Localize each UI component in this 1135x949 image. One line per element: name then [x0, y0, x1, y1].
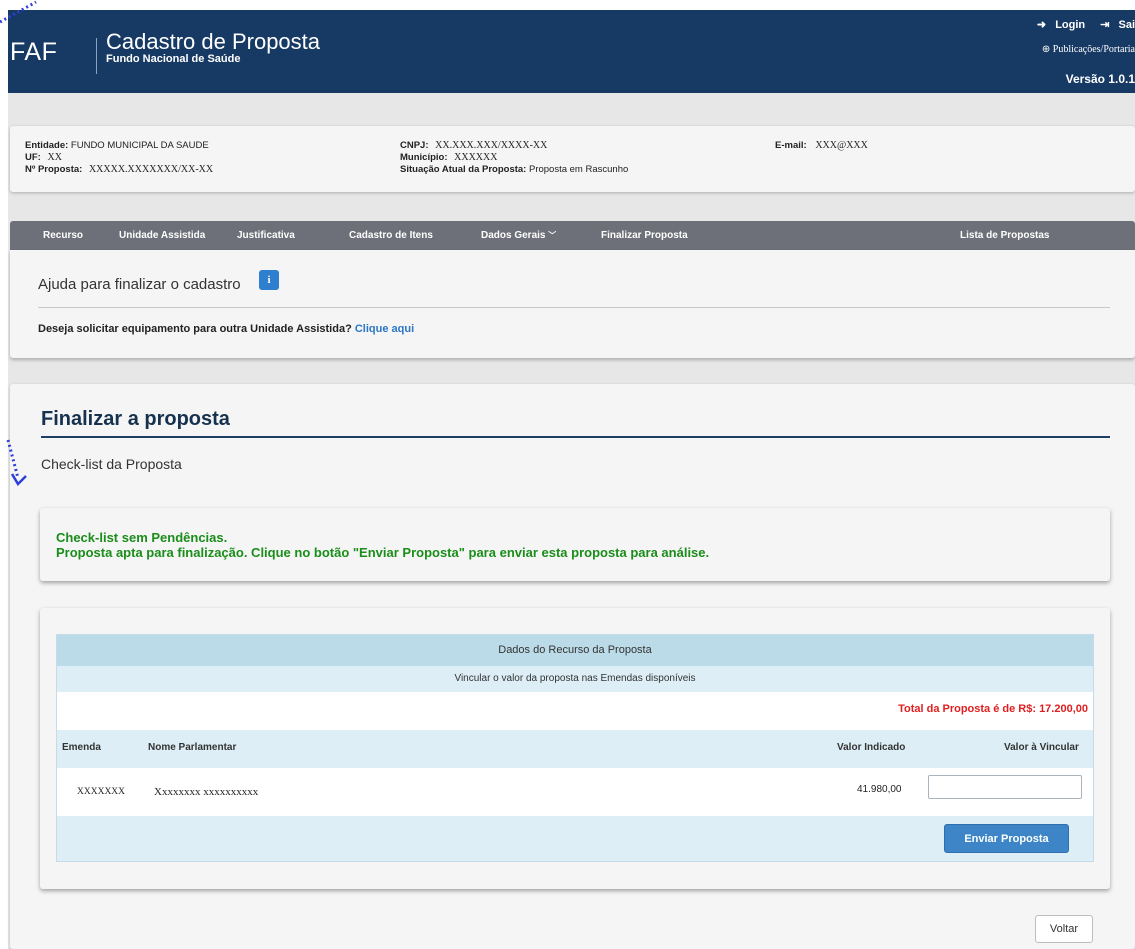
- logout-icon: ⇥: [1100, 19, 1110, 31]
- col-valor-vincular: Valor à Vincular: [1004, 742, 1079, 753]
- email-value: XXX@XXX: [815, 140, 868, 151]
- header-links: ➜ Login ⇥ Sai: [1025, 18, 1135, 31]
- logout-link[interactable]: ⇥ Sai: [1094, 19, 1135, 31]
- app-title: Cadastro de Proposta: [106, 29, 321, 54]
- nav-recurso[interactable]: Recurso: [43, 230, 83, 241]
- cnpj-value: XX.XXX.XXX/XXXX-XX: [435, 140, 548, 151]
- checklist-subtitle: Check-list da Proposta: [41, 456, 182, 472]
- nav-cadastro-itens[interactable]: Cadastro de Itens: [349, 230, 433, 241]
- uf-value: XX: [47, 152, 62, 163]
- municipio-value: XXXXXX: [454, 152, 498, 163]
- login-link[interactable]: ➜ Login: [1031, 19, 1085, 31]
- resource-table-subtitle: Vincular o valor da proposta nas Emendas…: [57, 666, 1093, 692]
- checklist-status-line1: Check-list sem Pendências.: [56, 530, 228, 545]
- title-underline: [41, 436, 1110, 438]
- table-row: XXXXXXX Xxxxxxxx xxxxxxxxxx 41.980,00: [57, 768, 1093, 816]
- valor-vincular-input[interactable]: [928, 775, 1082, 799]
- login-icon: ➜: [1036, 19, 1047, 31]
- help-title: Ajuda para finalizar o cadastro: [38, 276, 241, 293]
- resource-table-title: Dados do Recurso da Proposta: [57, 635, 1093, 666]
- col-valor-indicado: Valor Indicado: [837, 742, 906, 753]
- proposal-info-card: Entidade: FUNDO MUNICIPAL DA SAUDE UF: X…: [10, 126, 1135, 192]
- resource-card: Dados do Recurso da Proposta Vincular o …: [40, 608, 1110, 889]
- app-subtitle: Fundo Nacional de Saúde: [106, 53, 241, 65]
- logo-divider: [96, 38, 97, 74]
- info-icon[interactable]: i: [259, 270, 279, 290]
- proposal-nav-bar: Recurso Unidade Assistida Justificativa …: [10, 221, 1135, 250]
- col-emenda: Emenda: [62, 742, 101, 753]
- globe-icon: ⊕: [1041, 44, 1051, 55]
- voltar-button[interactable]: Voltar: [1035, 915, 1093, 943]
- info-col-entity: Entidade: FUNDO MUNICIPAL DA SAUDE UF: X…: [25, 140, 214, 175]
- valor-indicado-cell: 41.980,00: [857, 784, 902, 795]
- checklist-status-line2: Proposta apta para finalização. Clique n…: [56, 545, 710, 560]
- col-nome-parlamentar: Nome Parlamentar: [148, 742, 237, 753]
- nav-justificativa[interactable]: Justificativa: [237, 230, 295, 241]
- nav-lista-propostas[interactable]: Lista de Propostas: [960, 230, 1049, 241]
- info-col-cnpj: CNPJ: XX.XXX.XXX/XXXX-XX Município: XXXX…: [400, 140, 629, 175]
- help-panel: Ajuda para finalizar o cadastro i Deseja…: [10, 250, 1135, 358]
- entidade-value: FUNDO MUNICIPAL DA SAUDE: [70, 140, 209, 151]
- table-footer-row: Enviar Proposta: [57, 816, 1093, 861]
- nome-parlamentar-cell: Xxxxxxxx xxxxxxxxxx: [154, 786, 259, 798]
- total-row: Total da Proposta é de R$: 17.200,00: [57, 692, 1093, 730]
- emenda-cell: XXXXXXX: [77, 787, 126, 797]
- chevron-down-icon: ﹀: [548, 231, 557, 240]
- clique-aqui-link[interactable]: Clique aqui: [355, 323, 414, 335]
- app-header: FAF Cadastro de Proposta Fundo Nacional …: [8, 10, 1135, 93]
- nav-finalizar-proposta[interactable]: Finalizar Proposta: [601, 230, 688, 241]
- enviar-proposta-button[interactable]: Enviar Proposta: [944, 824, 1069, 853]
- info-col-email: E-mail: XXX@XXX: [775, 140, 868, 151]
- nav-dados-gerais[interactable]: Dados Gerais ﹀: [481, 230, 556, 241]
- situacao-value: Proposta em Rascunho: [528, 164, 629, 175]
- proposta-value: XXXXX.XXXXXXX/XX-XX: [88, 164, 214, 175]
- version-label: Versão 1.0.1: [1065, 72, 1135, 86]
- finalize-panel: Finalizar a proposta Check-list da Propo…: [10, 384, 1135, 949]
- resource-table: Dados do Recurso da Proposta Vincular o …: [56, 634, 1094, 862]
- total-proposta: Total da Proposta é de R$: 17.200,00: [898, 703, 1088, 715]
- publications-link[interactable]: ⊕ Publicações/Portaria: [1042, 44, 1135, 55]
- checklist-status-card: Check-list sem Pendências. Proposta apta…: [40, 508, 1110, 581]
- annotation-arrow-icon: [0, 0, 37, 487]
- help-divider: [38, 307, 1110, 308]
- page-title: Finalizar a proposta: [41, 408, 230, 430]
- table-header-row: Emenda Nome Parlamentar Valor Indicado V…: [57, 730, 1093, 768]
- help-question: Deseja solicitar equipamento para outra …: [38, 323, 415, 335]
- nav-unidade-assistida[interactable]: Unidade Assistida: [119, 230, 205, 241]
